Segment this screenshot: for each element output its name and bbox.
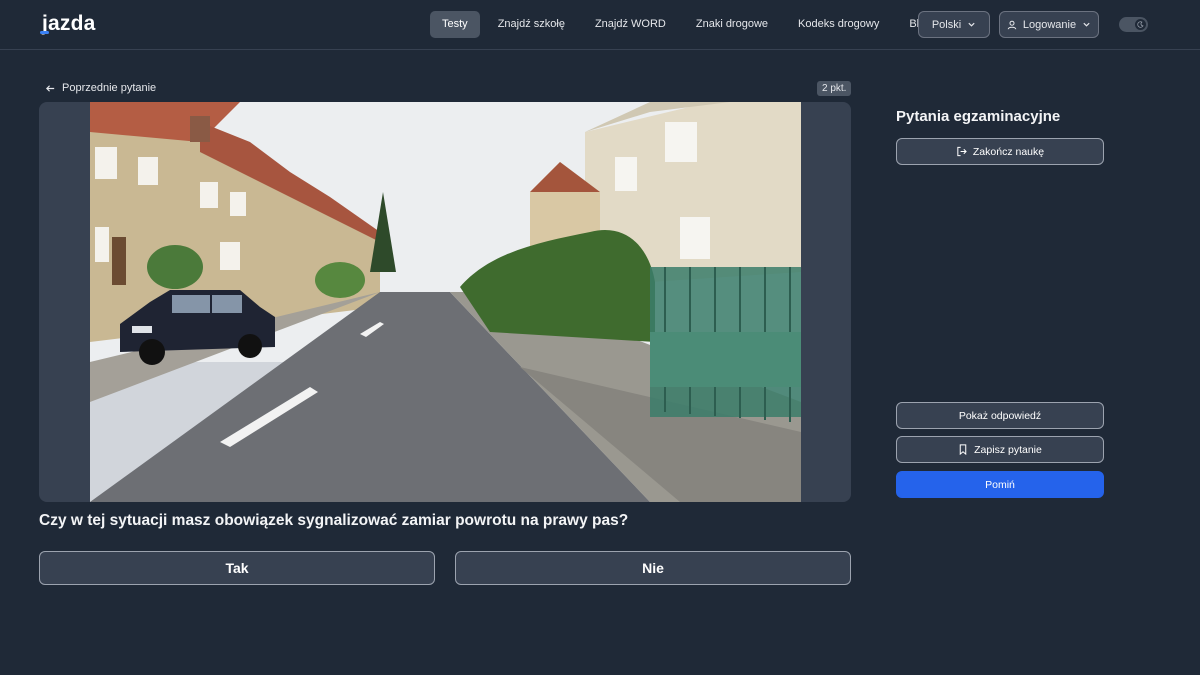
- points-badge: 2 pkt.: [817, 81, 852, 96]
- answer-yes-button[interactable]: Tak: [39, 551, 435, 585]
- top-navbar: jazda Testy Znajdź szkołę Znajdź WORD Zn…: [0, 0, 1200, 50]
- question-text: Czy w tej sytuacji masz obowiązek sygnal…: [39, 512, 629, 529]
- show-answer-button[interactable]: Pokaż odpowiedź: [896, 402, 1104, 429]
- language-select[interactable]: Polski: [918, 11, 990, 38]
- login-label: Logowanie: [1022, 18, 1077, 31]
- main-nav: Testy Znajdź szkołę Znajdź WORD Znaki dr…: [430, 11, 943, 38]
- nav-znaki-drogowe[interactable]: Znaki drogowe: [684, 11, 780, 38]
- logo[interactable]: jazda: [40, 12, 96, 36]
- logo-text: jazda: [40, 12, 96, 35]
- language-label: Polski: [931, 18, 962, 31]
- bookmark-icon: [958, 444, 968, 455]
- previous-question-label: Poprzednie pytanie: [62, 82, 157, 94]
- user-icon: [1007, 20, 1017, 30]
- nav-znajdz-word[interactable]: Znajdź WORD: [583, 11, 678, 38]
- skip-label: Pomiń: [985, 478, 1015, 491]
- sidebar-title: Pytania egzaminacyjne: [896, 108, 1061, 125]
- theme-toggle[interactable]: [1119, 17, 1148, 32]
- save-question-button[interactable]: Zapisz pytanie: [896, 436, 1104, 463]
- skip-button[interactable]: Pomiń: [896, 471, 1104, 498]
- moon-icon: [1135, 19, 1146, 30]
- nav-kodeks-drogowy[interactable]: Kodeks drogowy: [786, 11, 891, 38]
- previous-question-link[interactable]: Poprzednie pytanie: [45, 82, 156, 94]
- chevron-down-icon: [967, 20, 976, 29]
- finish-learning-button[interactable]: Zakończ naukę: [896, 138, 1104, 165]
- show-answer-label: Pokaż odpowiedź: [958, 409, 1042, 422]
- answer-no-button[interactable]: Nie: [455, 551, 851, 585]
- finish-learning-label: Zakończ naukę: [972, 145, 1045, 158]
- login-button[interactable]: Logowanie: [999, 11, 1099, 38]
- save-question-label: Zapisz pytanie: [974, 443, 1042, 456]
- question-photo: [90, 102, 801, 502]
- question-media: [39, 102, 851, 502]
- nav-testy[interactable]: Testy: [430, 11, 480, 38]
- log-out-icon: [956, 146, 967, 157]
- chevron-down-icon: [1082, 20, 1091, 29]
- nav-znajdz-szkole[interactable]: Znajdź szkołę: [486, 11, 577, 38]
- arrow-left-icon: [45, 83, 56, 94]
